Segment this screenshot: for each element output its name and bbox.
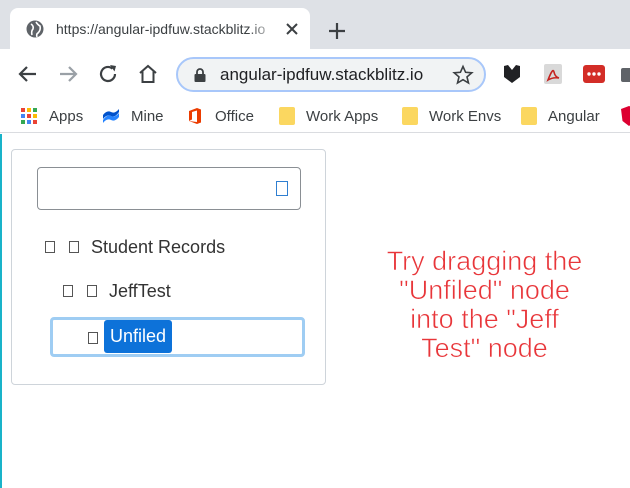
bookmarks-bar: Apps Mine Office Work Apps Work Envs Ang… <box>0 99 630 133</box>
bookmark-label: Mine <box>131 107 164 125</box>
folder-icon <box>402 107 418 125</box>
bookmark-label: Work Envs <box>429 107 502 125</box>
tree-node-label[interactable]: JeffTest <box>109 276 171 306</box>
tab-title: https://angular-ipdfuw.stackblitz.io <box>56 21 266 37</box>
close-icon[interactable] <box>282 19 302 39</box>
forward-arrow-icon[interactable] <box>56 62 80 86</box>
folder-icon <box>521 107 537 125</box>
node-checkbox-icon[interactable] <box>88 332 98 344</box>
bookmark-apps[interactable]: Apps <box>20 105 83 127</box>
reload-icon[interactable] <box>96 62 120 86</box>
lock-icon[interactable] <box>192 67 208 83</box>
tree-filter-input[interactable] <box>37 167 301 210</box>
drag-instruction-annotation: Try dragging the "Unfiled" node into the… <box>352 246 617 363</box>
left-edge-rule <box>0 134 2 488</box>
expand-toggle-icon[interactable] <box>45 241 55 253</box>
folder-icon <box>279 107 295 125</box>
bookmark-work-envs[interactable]: Work Envs <box>402 105 501 127</box>
apps-grid-icon <box>21 108 37 124</box>
tree-node-unfiled-selected[interactable]: Unfiled <box>104 320 173 353</box>
address-bar[interactable]: angular-ipdfuw.stackblitz.io <box>176 57 486 92</box>
bookmark-angular[interactable]: Angular <box>521 105 600 127</box>
office-icon <box>189 108 201 124</box>
bookmark-label: Angular <box>548 107 600 125</box>
expand-toggle-icon[interactable] <box>63 285 73 297</box>
browser-toolbar: angular-ipdfuw.stackblitz.io <box>0 49 630 99</box>
bookmark-label: Apps <box>49 107 84 125</box>
lastpass-extension-icon[interactable] <box>582 62 606 86</box>
tree-node-label[interactable]: Student Records <box>91 232 225 262</box>
node-checkbox-icon[interactable] <box>69 241 79 253</box>
shield-extension-icon[interactable] <box>500 62 524 86</box>
annotation-line: into the "Jeff <box>410 304 559 334</box>
annotation-line: Test" node <box>421 333 548 363</box>
annotation-line: "Unfiled" node <box>399 275 570 305</box>
bookmark-office[interactable]: Office <box>186 105 254 127</box>
bookmark-mine[interactable]: Mine <box>102 105 164 127</box>
confluence-icon <box>103 109 119 123</box>
page-content: Student Records JeffTest Unfiled Try dra… <box>0 134 630 488</box>
bookmark-work-apps[interactable]: Work Apps <box>279 105 378 127</box>
tab-strip: https://angular-ipdfuw.stackblitz.io <box>0 0 630 49</box>
browser-tab[interactable]: https://angular-ipdfuw.stackblitz.io <box>10 8 310 49</box>
new-tab-plus-icon[interactable] <box>326 20 348 42</box>
angular-shield-icon[interactable] <box>620 105 630 127</box>
globe-icon <box>26 20 44 38</box>
annotation-line: Try dragging the <box>386 246 583 276</box>
bookmark-label: Work Apps <box>306 107 379 125</box>
camera-extension-icon[interactable] <box>620 62 630 86</box>
star-bookmark-icon[interactable] <box>452 64 474 86</box>
tree-node-student-records[interactable]: Student Records <box>45 232 225 262</box>
tab-title-fade <box>248 16 278 40</box>
bookmark-label: Office <box>215 107 254 125</box>
back-arrow-icon[interactable] <box>16 62 40 86</box>
node-checkbox-icon[interactable] <box>87 285 97 297</box>
pdf-extension-icon[interactable] <box>541 62 565 86</box>
tree-panel: Student Records JeffTest Unfiled <box>11 149 326 385</box>
address-url[interactable]: angular-ipdfuw.stackblitz.io <box>220 65 423 85</box>
filter-icon <box>276 181 288 196</box>
tree-node-jefftest[interactable]: JeffTest <box>63 276 171 306</box>
home-icon[interactable] <box>136 62 160 86</box>
